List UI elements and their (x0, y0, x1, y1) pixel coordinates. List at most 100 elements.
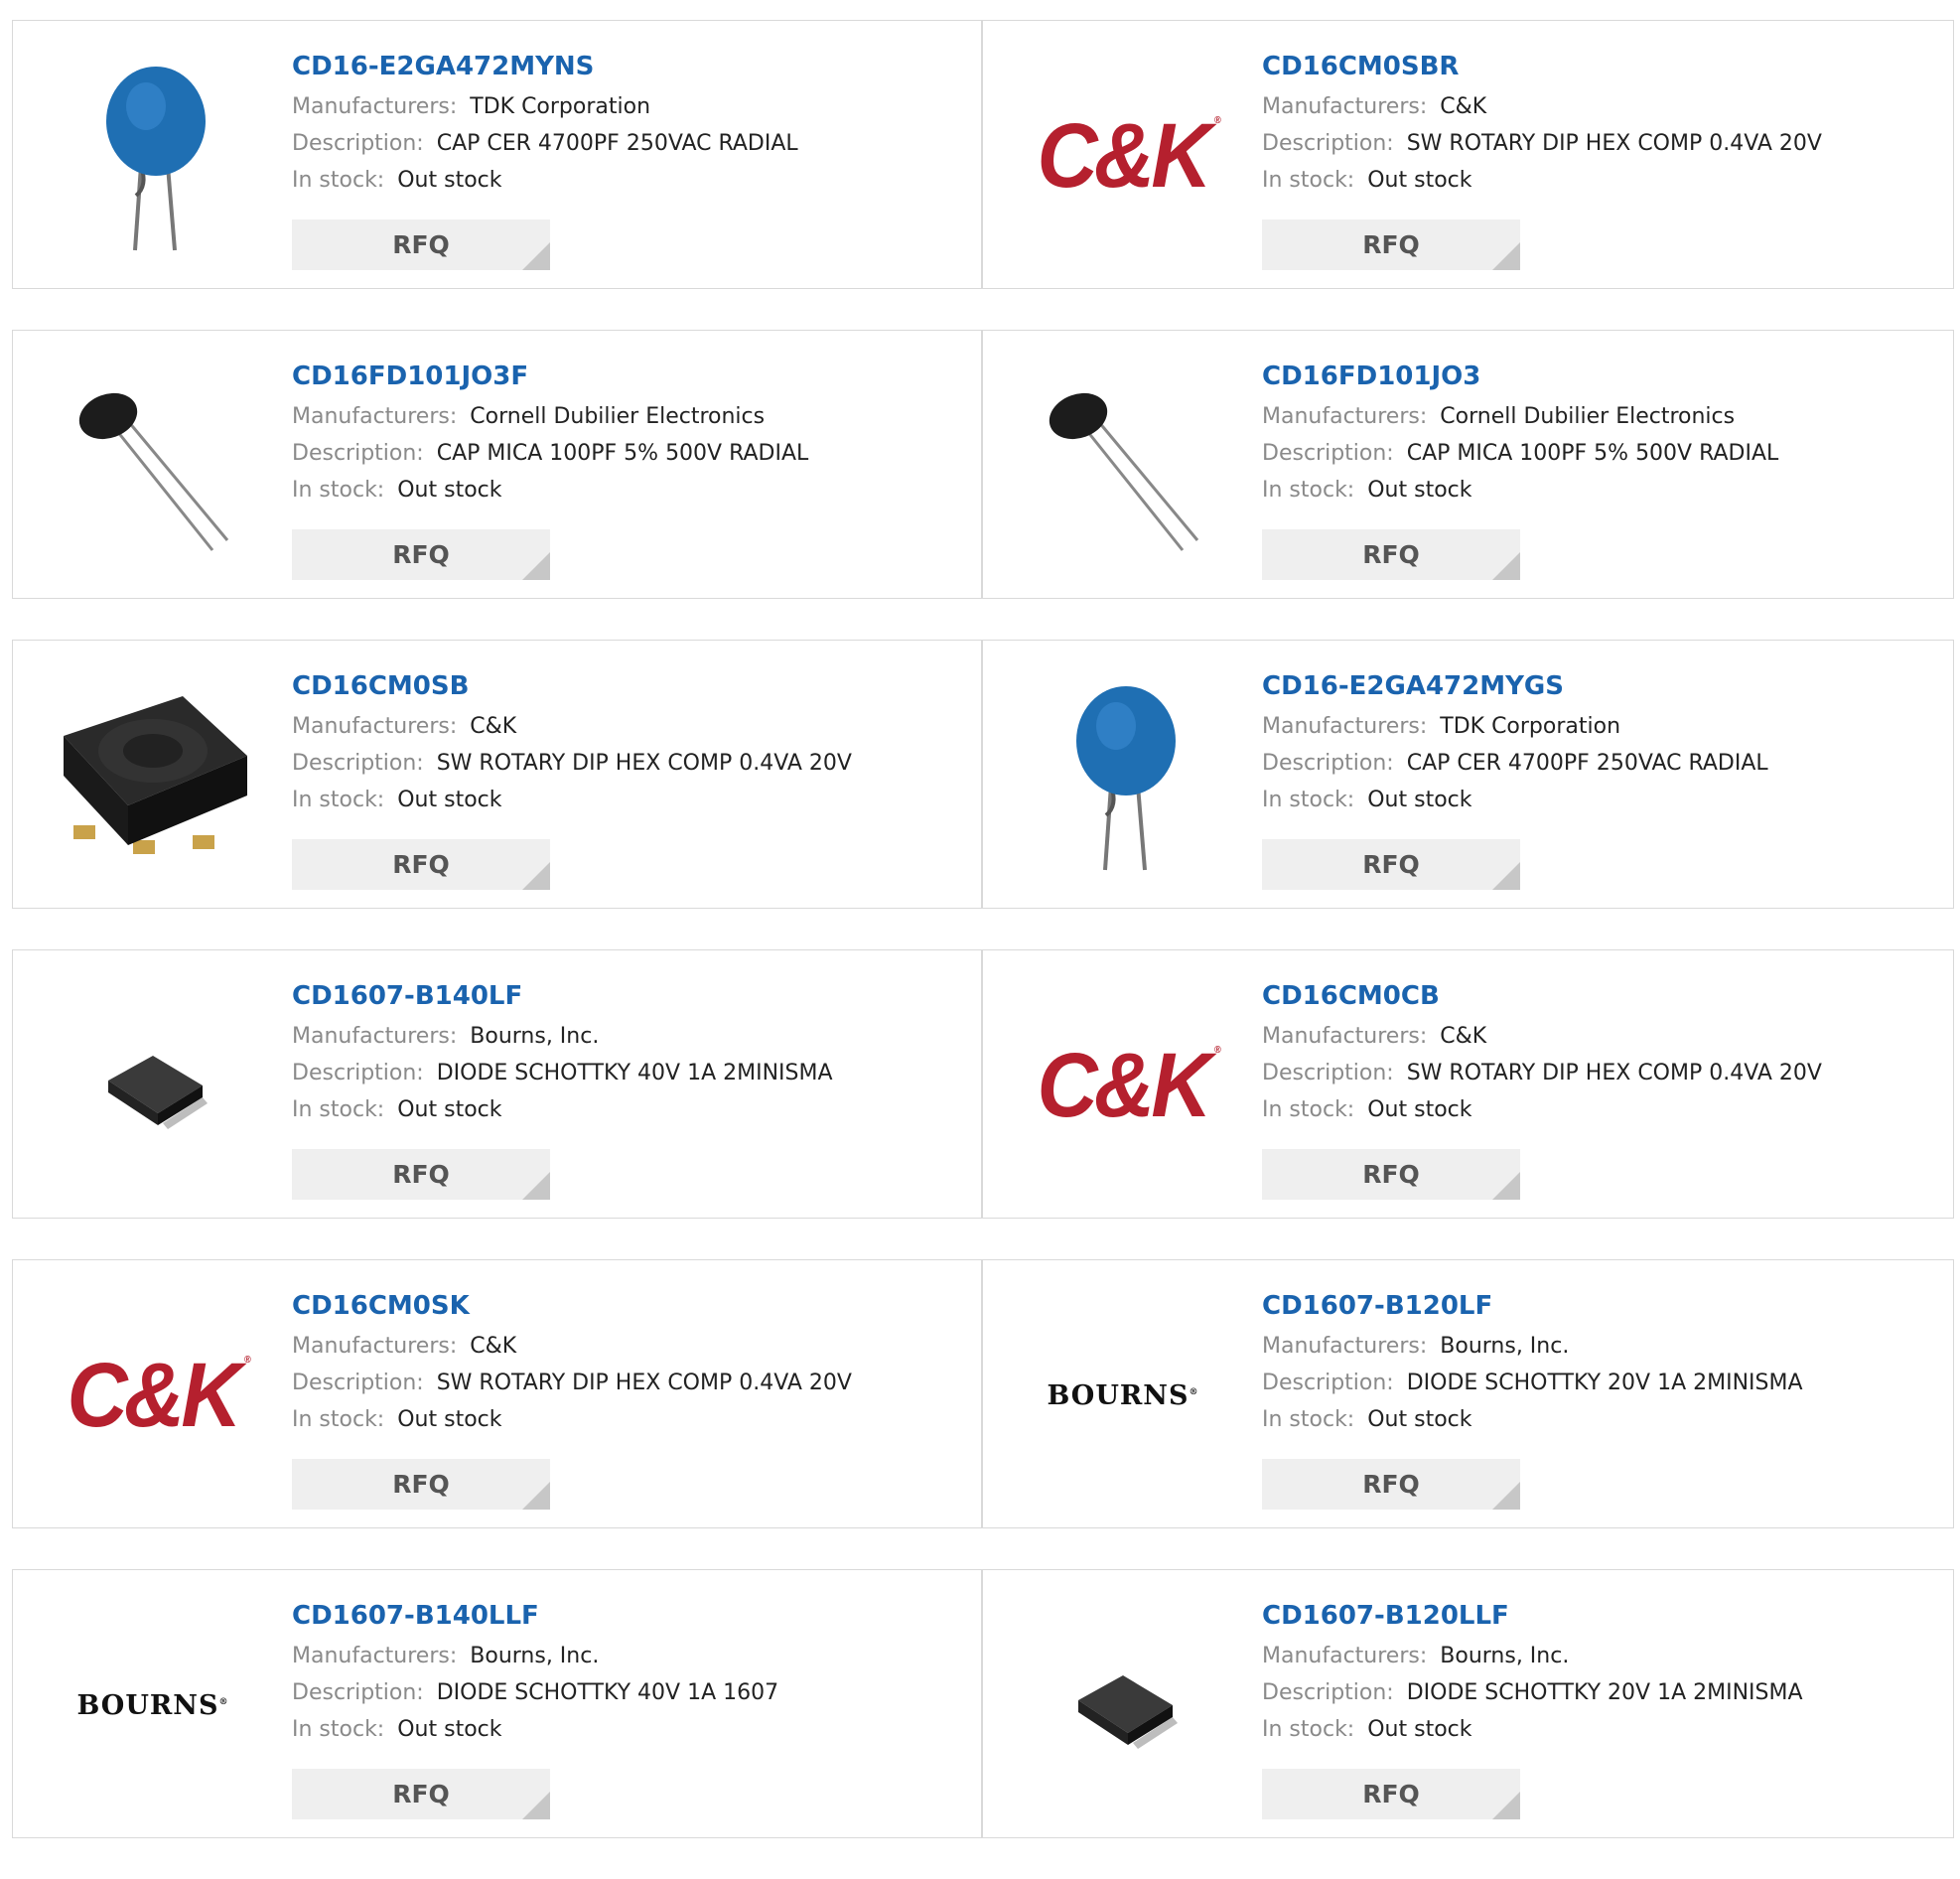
product-card: CD16CM0SB Manufacturers: C&K Description… (12, 640, 982, 909)
stock-value: Out stock (1367, 1407, 1472, 1432)
rfq-label: RFQ (1362, 230, 1420, 259)
stock-value: Out stock (397, 1717, 502, 1742)
product-image[interactable] (1023, 676, 1223, 875)
stock-label: In stock: (292, 1097, 385, 1122)
corner-triangle-icon (1492, 862, 1520, 890)
rfq-label: RFQ (1362, 1160, 1420, 1189)
product-info: CD1607-B140LLF Manufacturers: Bourns, In… (292, 1599, 778, 1748)
rfq-label: RFQ (392, 1780, 450, 1808)
product-info: CD1607-B140LF Manufacturers: Bourns, Inc… (292, 979, 833, 1128)
rfq-button[interactable]: RFQ (292, 529, 550, 580)
product-info: CD16CM0CB Manufacturers: C&K Description… (1262, 979, 1822, 1128)
stock-row: In stock: Out stock (292, 1401, 852, 1438)
manufacturer-label: Manufacturers: (292, 1334, 458, 1359)
stock-label: In stock: (292, 168, 385, 193)
stock-label: In stock: (1262, 1717, 1355, 1742)
manufacturer-row: Manufacturers: Cornell Dubilier Electron… (292, 398, 808, 435)
rfq-button[interactable]: RFQ (292, 1769, 550, 1819)
product-card: C&K ® CD16CM0CB Manufacturers: C&K Descri… (982, 949, 1954, 1219)
product-image[interactable] (1023, 366, 1223, 565)
corner-triangle-icon (522, 242, 550, 270)
rfq-button[interactable]: RFQ (1262, 1769, 1520, 1819)
part-number-link[interactable]: CD16FD101JO3 (1262, 360, 1480, 393)
part-number-link[interactable]: CD1607-B120LLF (1262, 1599, 1509, 1633)
rfq-button[interactable]: RFQ (1262, 219, 1520, 270)
description-label: Description: (1262, 441, 1394, 466)
product-row: CD16CM0SB Manufacturers: C&K Description… (12, 640, 1954, 911)
stock-value: Out stock (1367, 1097, 1472, 1122)
stock-label: In stock: (292, 1407, 385, 1432)
description-row: Description: DIODE SCHOTTKY 20V 1A 2MINI… (1262, 1674, 1803, 1711)
product-image[interactable]: C&K ® (53, 1296, 253, 1495)
manufacturer-row: Manufacturers: Bourns, Inc. (1262, 1638, 1803, 1674)
rfq-button[interactable]: RFQ (292, 1149, 550, 1200)
blue-ceramic-capacitor-icon (106, 67, 206, 251)
part-number-link[interactable]: CD16CM0CB (1262, 979, 1440, 1013)
manufacturer-label: Manufacturers: (1262, 1334, 1428, 1359)
product-image[interactable]: BOURNS® (53, 1606, 253, 1805)
stock-value: Out stock (397, 1097, 502, 1122)
stock-label: In stock: (1262, 478, 1355, 503)
part-number-link[interactable]: CD16-E2GA472MYNS (292, 50, 594, 83)
product-image[interactable]: C&K ® (1023, 986, 1223, 1185)
product-image[interactable] (53, 676, 253, 875)
rfq-label: RFQ (392, 1160, 450, 1189)
part-number-link[interactable]: CD16-E2GA472MYGS (1262, 669, 1564, 703)
part-number-link[interactable]: CD16CM0SBR (1262, 50, 1459, 83)
product-card: C&K ® CD16CM0SBR Manufacturers: C&K Descr… (982, 20, 1954, 289)
product-image[interactable]: BOURNS® (1023, 1296, 1223, 1495)
part-number-link[interactable]: CD16CM0SB (292, 669, 469, 703)
description-row: Description: CAP MICA 100PF 5% 500V RADI… (1262, 435, 1778, 472)
description-row: Description: CAP MICA 100PF 5% 500V RADI… (292, 435, 808, 472)
manufacturer-value: C&K (470, 1334, 517, 1359)
product-image[interactable]: C&K ® (1023, 57, 1223, 255)
rfq-button[interactable]: RFQ (1262, 1149, 1520, 1200)
stock-value: Out stock (1367, 1717, 1472, 1742)
rfq-label: RFQ (392, 230, 450, 259)
description-value: DIODE SCHOTTKY 20V 1A 2MINISMA (1406, 1371, 1803, 1395)
manufacturer-row: Manufacturers: Bourns, Inc. (292, 1018, 833, 1055)
product-image[interactable] (1023, 1606, 1223, 1805)
stock-value: Out stock (1367, 478, 1472, 503)
stock-value: Out stock (1367, 788, 1472, 812)
rfq-button[interactable]: RFQ (292, 219, 550, 270)
stock-row: In stock: Out stock (292, 1091, 833, 1128)
stock-row: In stock: Out stock (1262, 1711, 1803, 1748)
manufacturer-row: Manufacturers: Cornell Dubilier Electron… (1262, 398, 1778, 435)
ck-logo: C&K ® (1037, 105, 1222, 207)
stock-value: Out stock (397, 168, 502, 193)
manufacturer-value: Cornell Dubilier Electronics (470, 404, 766, 429)
rfq-button[interactable]: RFQ (1262, 529, 1520, 580)
manufacturer-row: Manufacturers: C&K (292, 1328, 852, 1365)
product-info: CD16CM0SBR Manufacturers: C&K Descriptio… (1262, 50, 1822, 199)
product-card: CD16-E2GA472MYNS Manufacturers: TDK Corp… (12, 20, 982, 289)
part-number-link[interactable]: CD1607-B120LF (1262, 1289, 1492, 1323)
stock-label: In stock: (292, 478, 385, 503)
rfq-button[interactable]: RFQ (292, 839, 550, 890)
stock-label: In stock: (1262, 168, 1355, 193)
corner-triangle-icon (1492, 1482, 1520, 1510)
rfq-button[interactable]: RFQ (292, 1459, 550, 1510)
rfq-label: RFQ (392, 540, 450, 569)
description-value: DIODE SCHOTTKY 40V 1A 2MINISMA (436, 1061, 833, 1085)
corner-triangle-icon (1492, 1792, 1520, 1819)
description-value: CAP MICA 100PF 5% 500V RADIAL (1406, 441, 1779, 466)
part-number-link[interactable]: CD1607-B140LLF (292, 1599, 539, 1633)
manufacturer-value: TDK Corporation (1440, 714, 1621, 739)
part-number-link[interactable]: CD16FD101JO3F (292, 360, 528, 393)
part-number-link[interactable]: CD16CM0SK (292, 1289, 470, 1323)
product-image[interactable] (53, 986, 253, 1185)
description-value: SW ROTARY DIP HEX COMP 0.4VA 20V (436, 751, 852, 776)
rfq-button[interactable]: RFQ (1262, 1459, 1520, 1510)
stock-label: In stock: (292, 788, 385, 812)
part-number-link[interactable]: CD1607-B140LF (292, 979, 522, 1013)
rfq-button[interactable]: RFQ (1262, 839, 1520, 890)
product-image[interactable] (53, 366, 253, 565)
description-row: Description: DIODE SCHOTTKY 40V 1A 2MINI… (292, 1055, 833, 1091)
rfq-label: RFQ (392, 850, 450, 879)
corner-triangle-icon (522, 1792, 550, 1819)
corner-triangle-icon (522, 1172, 550, 1200)
smd-diode-icon (108, 1056, 208, 1129)
corner-triangle-icon (1492, 1172, 1520, 1200)
product-image[interactable] (53, 57, 253, 255)
